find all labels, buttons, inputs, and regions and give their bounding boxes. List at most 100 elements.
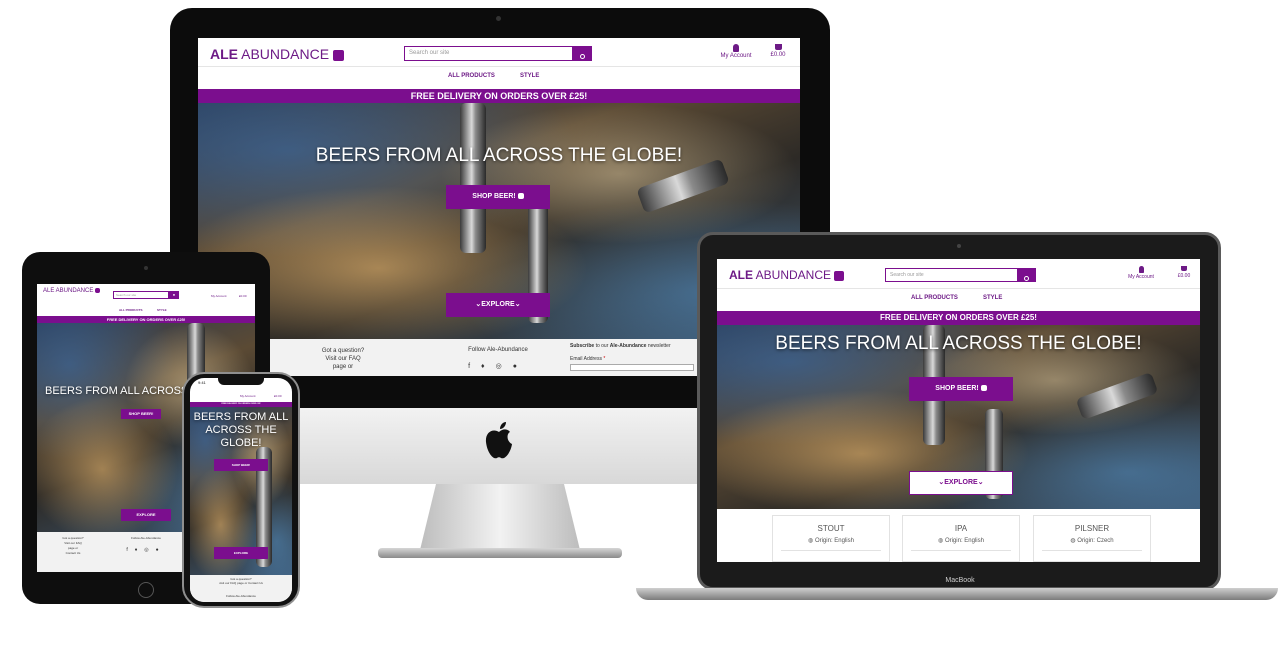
subscribe-brand: Ale-Abundance bbox=[609, 343, 647, 349]
nav-all-products[interactable]: ALL PRODUCTS bbox=[911, 295, 958, 301]
beer-mug-icon bbox=[95, 288, 101, 293]
user-icon bbox=[1138, 266, 1144, 273]
laptop-base bbox=[636, 588, 1278, 600]
faq-link[interactable]: Visit our FAQ bbox=[308, 355, 378, 363]
search-input[interactable]: Search our site bbox=[404, 46, 574, 61]
explore-label: EXPLORE bbox=[944, 479, 978, 486]
logo-text: ALE ABUNDANCE bbox=[43, 288, 94, 295]
imac-foot bbox=[378, 548, 622, 558]
explore-button[interactable]: ⌄EXPLORE⌄ bbox=[446, 293, 550, 317]
logo-abundance-text: ABUNDANCE bbox=[241, 46, 330, 62]
social-icons: f♦◎● bbox=[453, 362, 543, 370]
product-card-ipa[interactable]: IPA ◍ Origin: English bbox=[902, 515, 1020, 562]
status-time: 9:41 bbox=[198, 380, 206, 385]
my-account-link[interactable]: My Account bbox=[1121, 266, 1161, 280]
cart-link[interactable]: £0.00 bbox=[239, 294, 247, 298]
my-account-link[interactable]: My Account bbox=[240, 394, 256, 398]
footer-follow: Follow Ale-Abundance f♦◎● bbox=[121, 536, 171, 553]
site-footer: Got a question? visit our FAQ page or Co… bbox=[190, 575, 292, 602]
explore-button[interactable]: EXPLORE bbox=[121, 509, 171, 521]
search-button[interactable] bbox=[1017, 268, 1036, 282]
nav-style[interactable]: STYLE bbox=[157, 308, 167, 312]
product-name: STOUT bbox=[817, 524, 845, 533]
shop-beer-label: SHOP BEER! bbox=[935, 385, 979, 392]
cart-link[interactable]: £0.00 bbox=[1171, 266, 1197, 279]
instagram-icon[interactable]: ◎ bbox=[144, 547, 155, 553]
shop-beer-button[interactable]: SHOP BEER! bbox=[446, 185, 550, 209]
shop-beer-label: SHOP BEER! bbox=[472, 193, 516, 200]
my-account-link[interactable]: My Account bbox=[716, 44, 756, 59]
basket-icon bbox=[774, 44, 782, 50]
search-input[interactable]: Search our site bbox=[885, 268, 1019, 282]
twitter-icon[interactable]: ♦ bbox=[135, 547, 145, 553]
footer-follow-title: Follow Ale-Abundance bbox=[468, 347, 528, 353]
nav-all-products[interactable]: ALL PRODUCTS bbox=[119, 308, 142, 312]
shop-beer-button[interactable]: SHOP BEER! bbox=[121, 409, 161, 419]
my-account-link[interactable]: My Account bbox=[211, 294, 227, 298]
contact-link[interactable]: Contact Us bbox=[53, 551, 93, 556]
hero-title: BEERS FROM ALL ACROSS THE GLOBE! bbox=[193, 411, 289, 449]
tablet-home-button[interactable] bbox=[138, 582, 154, 598]
product-origin: ◍ Origin: Czech bbox=[1034, 537, 1150, 544]
hero-title: BEERS FROM ALL ACROSS THE GLOBE! bbox=[315, 145, 683, 166]
shop-beer-button[interactable]: SHOP BEER! bbox=[214, 459, 268, 471]
subscribe-mid: to our bbox=[594, 343, 610, 349]
github-icon[interactable]: ● bbox=[156, 547, 166, 553]
delivery-banner: FREE DELIVERY ON ORDERS OVER £25! bbox=[717, 311, 1200, 325]
explore-label: EXPLORE bbox=[481, 301, 515, 308]
email-label-text: Email Address bbox=[570, 356, 602, 362]
beer-tap-image bbox=[1075, 371, 1159, 421]
subscribe-suffix: newsletter bbox=[646, 343, 671, 349]
footer-follow-title: Follow Ale-Abundance bbox=[226, 594, 256, 598]
faq-link[interactable]: visit our FAQ page or Contact Us bbox=[190, 581, 292, 585]
card-divider bbox=[1042, 550, 1142, 551]
product-origin-text: Origin: English bbox=[814, 538, 854, 544]
twitter-icon[interactable]: ♦ bbox=[481, 363, 496, 370]
footer-follow: Follow Ale-Abundance f♦◎● bbox=[453, 347, 543, 370]
phone-notch bbox=[218, 378, 264, 385]
laptop-camera bbox=[957, 244, 961, 248]
required-mark: * bbox=[603, 356, 606, 362]
laptop-screen: ALE ABUNDANCE Search our site My Account… bbox=[717, 259, 1200, 562]
facebook-icon[interactable]: f bbox=[468, 363, 481, 370]
explore-button[interactable]: ⌄EXPLORE⌄ bbox=[909, 471, 1013, 495]
facebook-icon[interactable]: f bbox=[126, 547, 134, 553]
search-button[interactable]: ● bbox=[169, 291, 179, 299]
site-logo[interactable]: ALE ABUNDANCE bbox=[43, 288, 103, 295]
explore-button[interactable]: EXPLORE bbox=[214, 547, 268, 559]
cart-total: £0.00 bbox=[770, 52, 786, 58]
responsive-mockup: ALE ABUNDANCE Search our site My Account… bbox=[0, 0, 1279, 647]
email-field[interactable] bbox=[570, 364, 694, 371]
shop-beer-button[interactable]: SHOP BEER! bbox=[909, 377, 1013, 401]
card-divider bbox=[781, 550, 881, 551]
search-icon: ● bbox=[172, 292, 176, 297]
my-account-label: My Account bbox=[720, 53, 752, 59]
product-card-pilsner[interactable]: PILSNER ◍ Origin: Czech bbox=[1033, 515, 1151, 562]
search-button[interactable] bbox=[572, 46, 592, 61]
globe-icon: ◍ bbox=[808, 538, 814, 544]
product-card-stout[interactable]: STOUT ◍ Origin: English bbox=[772, 515, 890, 562]
nav-style[interactable]: STYLE bbox=[520, 73, 539, 79]
logo-ale-text: ALE bbox=[729, 268, 753, 282]
search-icon bbox=[1024, 276, 1029, 281]
beer-mug-icon bbox=[834, 270, 845, 281]
footer-question: Got a question? Visit our FAQ page or bbox=[308, 347, 378, 371]
site-logo[interactable]: ALE ABUNDANCE bbox=[729, 268, 845, 282]
subscribe-word: Subscribe bbox=[570, 343, 595, 349]
chevron-down-icon: ⌄ bbox=[514, 301, 521, 308]
instagram-icon[interactable]: ◎ bbox=[496, 363, 513, 370]
search-input[interactable]: Search our site bbox=[113, 291, 169, 299]
nav-style[interactable]: STYLE bbox=[983, 295, 1002, 301]
delivery-banner: FREE DELIVERY ON ORDERS OVER £25! bbox=[37, 316, 255, 323]
product-name: PILSNER bbox=[1074, 524, 1110, 533]
beer-tap-image bbox=[460, 103, 486, 253]
cart-link[interactable]: £0.00 bbox=[764, 44, 792, 58]
footer-question-line: page or bbox=[332, 364, 354, 370]
nav-all-products[interactable]: ALL PRODUCTS bbox=[448, 73, 495, 79]
beer-mug-icon bbox=[980, 385, 987, 392]
cart-link[interactable]: £0.00 bbox=[274, 394, 282, 398]
site-logo[interactable]: ALE ABUNDANCE bbox=[210, 46, 344, 62]
beer-mug-icon bbox=[517, 193, 524, 200]
github-icon[interactable]: ● bbox=[513, 363, 528, 370]
product-origin: ◍ Origin: English bbox=[903, 537, 1019, 544]
